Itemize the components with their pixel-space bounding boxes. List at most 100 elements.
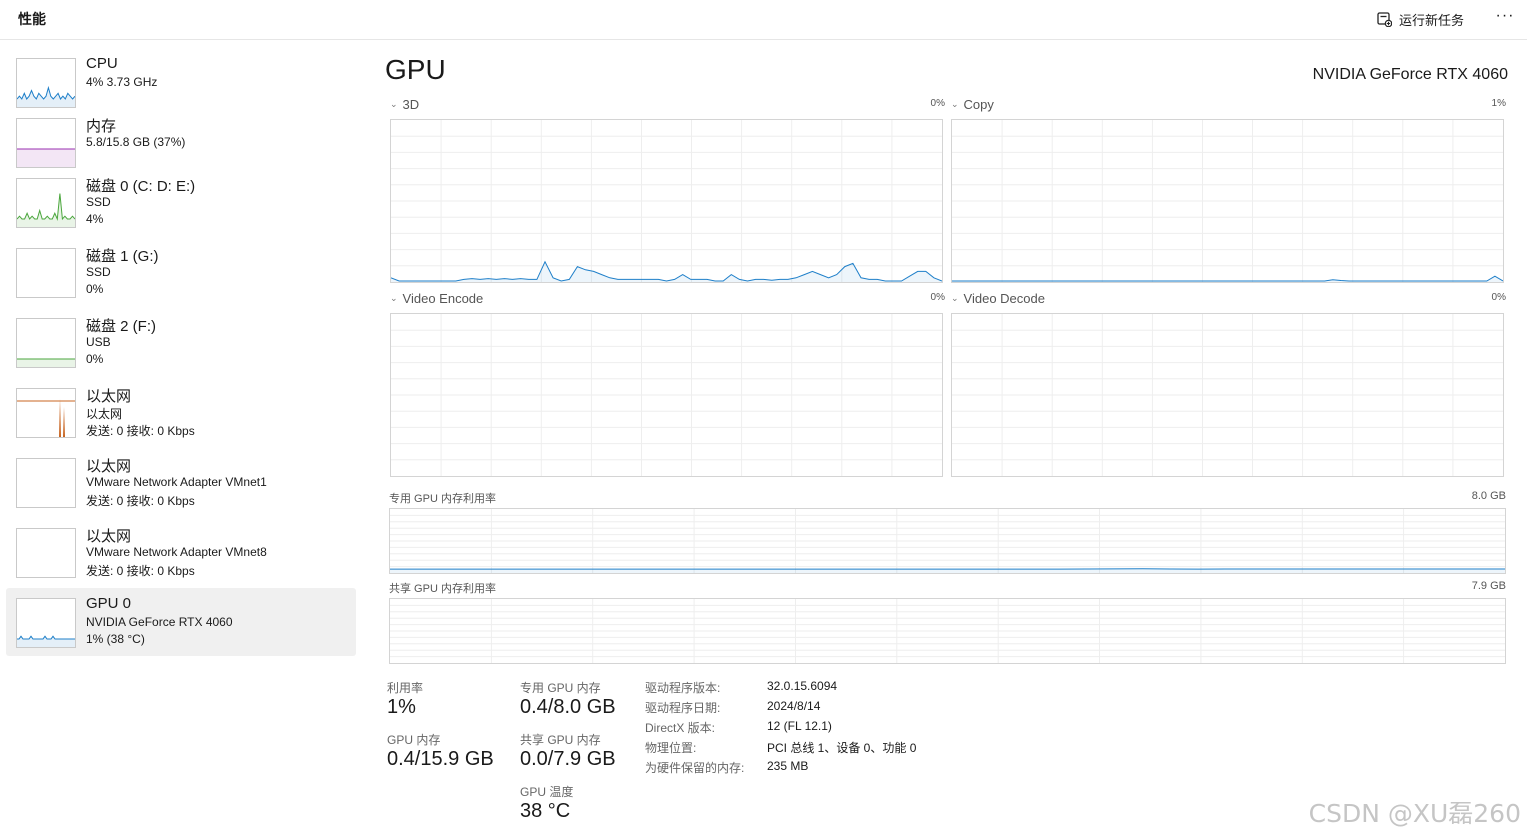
sidebar-item-name: CPU [86, 55, 118, 72]
sidebar-item-5[interactable]: 以太网 以太网 发送: 0 接收: 0 Kbps [6, 378, 356, 446]
engine-percent-video-decode: 0% [1491, 292, 1506, 303]
gpu-memory-label: GPU 内存 [387, 733, 441, 747]
dedicated-memory-graph-label: 专用 GPU 内存利用率 [389, 493, 496, 505]
sidebar-thumbnail-graph [16, 388, 76, 438]
engine-selector-video-encode[interactable]: ⌄ Video Encode [390, 291, 483, 306]
sidebar-item-name: 以太网 [86, 388, 132, 405]
dedicated-memory-value: 0.4/8.0 GB [520, 696, 616, 718]
dedicated-memory-graph-max: 8.0 GB [1471, 490, 1506, 502]
sidebar-item-8[interactable]: GPU 0 NVIDIA GeForce RTX 4060 1% (38 °C) [6, 588, 356, 656]
shared-memory-graph [389, 598, 1506, 664]
sidebar-thumbnail-graph [16, 58, 76, 108]
gpu-model-name: NVIDIA GeForce RTX 4060 [1312, 66, 1508, 83]
sidebar-item-detail: SSD [86, 195, 111, 209]
dedicated-memory-label: 专用 GPU 内存 [520, 681, 601, 695]
engine-graph-copy [951, 119, 1504, 283]
engine-graph-video-decode [951, 313, 1504, 477]
reserved-memory-key: 为硬件保留的内存: [645, 761, 745, 775]
run-new-task-label: 运行新任务 [1399, 12, 1465, 28]
watermark-logo: CSDN @XU磊260 [1308, 799, 1521, 828]
engine-label-3d: 3D [402, 97, 420, 112]
utilization-label: 利用率 [387, 681, 424, 695]
main-title: GPU [385, 54, 446, 85]
sidebar-item-name: 磁盘 0 (C: D: E:) [86, 178, 196, 195]
sidebar-item-status: 1% (38 °C) [86, 632, 145, 646]
sidebar-item-detail: 5.8/15.8 GB (37%) [86, 135, 186, 149]
sidebar-item-name: 磁盘 2 (F:) [86, 318, 156, 335]
sidebar-thumbnail-graph [16, 318, 76, 368]
sidebar-item-2[interactable]: 磁盘 0 (C: D: E:) SSD 4% [6, 168, 356, 236]
sidebar-item-name: GPU 0 [86, 595, 132, 612]
sidebar-item-detail: 以太网 [86, 407, 123, 421]
sidebar-item-status: 0% [86, 282, 104, 296]
sidebar-item-6[interactable]: 以太网 VMware Network Adapter VMnet1 发送: 0 接收… [6, 448, 356, 516]
header-bar: 性能 运行新任务 ··· [0, 0, 1527, 40]
sidebar-thumbnail-graph [16, 118, 76, 168]
shared-memory-graph-max: 7.9 GB [1471, 580, 1506, 592]
sidebar-item-1[interactable]: 内存 5.8/15.8 GB (37%) [6, 108, 356, 176]
sidebar-item-0[interactable]: CPU 4% 3.73 GHz [6, 48, 356, 116]
sidebar-item-status: 发送: 0 接收: 0 Kbps [86, 564, 195, 578]
engine-label-copy: Copy [963, 97, 994, 112]
chevron-down-icon: ⌄ [390, 293, 398, 303]
sidebar-thumbnail-graph [16, 458, 76, 508]
sidebar-item-3[interactable]: 磁盘 1 (G:) SSD 0% [6, 238, 356, 306]
sidebar-item-name: 以太网 [86, 528, 132, 545]
utilization-value: 1% [387, 696, 416, 718]
sidebar-item-7[interactable]: 以太网 VMware Network Adapter VMnet8 发送: 0 接收… [6, 518, 356, 586]
dedicated-memory-graph [389, 508, 1506, 574]
engine-selector-copy[interactable]: ⌄ Copy [951, 97, 994, 112]
physical-location-value: PCI 总线 1、设备 0、功能 0 [767, 741, 917, 755]
directx-version-key: DirectX 版本: [645, 721, 716, 735]
run-new-task-button[interactable]: 运行新任务 [1377, 8, 1464, 30]
engine-percent-video-encode: 0% [930, 292, 945, 303]
sidebar-item-name: 以太网 [86, 458, 132, 475]
driver-version-key: 驱动程序版本: [645, 681, 721, 695]
sidebar-item-status: 0% [86, 352, 104, 366]
sidebar-item-detail: USB [86, 335, 111, 349]
sidebar-item-detail: NVIDIA GeForce RTX 4060 [86, 615, 233, 629]
gpu-temperature-label: GPU 温度 [520, 785, 574, 799]
sidebar-item-4[interactable]: 磁盘 2 (F:) USB 0% [6, 308, 356, 376]
engine-usage-line [952, 275, 1503, 282]
directx-version-value: 12 (FL 12.1) [767, 719, 832, 733]
sidebar-item-detail: SSD [86, 265, 111, 279]
sidebar-item-detail: 4% 3.73 GHz [86, 75, 158, 89]
engine-graph-video-encode [390, 313, 943, 477]
sidebar-item-detail: VMware Network Adapter VMnet1 [86, 475, 267, 489]
gpu-temperature-value: 38 °C [520, 800, 571, 822]
chevron-down-icon: ⌄ [951, 293, 959, 303]
sidebar-item-status: 发送: 0 接收: 0 Kbps [86, 424, 195, 438]
more-options-button[interactable]: ··· [1494, 6, 1516, 28]
engine-selector-video-decode[interactable]: ⌄ Video Decode [951, 291, 1045, 306]
gpu-memory-value: 0.4/15.9 GB [387, 748, 494, 770]
sidebar-item-name: 磁盘 1 (G:) [86, 248, 159, 265]
chevron-down-icon: ⌄ [951, 99, 959, 109]
sidebar-thumbnail-graph [16, 248, 76, 298]
engine-label-video-decode: Video Decode [963, 291, 1045, 306]
reserved-memory-value: 235 MB [767, 759, 809, 773]
engine-percent-copy: 1% [1491, 98, 1506, 109]
chevron-down-icon: ⌄ [390, 99, 398, 109]
page-title: 性能 [18, 11, 46, 27]
shared-memory-graph-label: 共享 GPU 内存利用率 [389, 583, 496, 595]
engine-selector-3d[interactable]: ⌄ 3D [390, 97, 419, 112]
engine-graph-3d [390, 119, 943, 283]
sidebar-thumbnail-graph [16, 178, 76, 228]
engine-label-video-encode: Video Encode [402, 291, 484, 306]
sidebar: CPU 4% 3.73 GHz 内存 5.8/15.8 GB (37%) 磁盘 0 (C… [0, 41, 362, 838]
driver-date-key: 驱动程序日期: [645, 701, 721, 715]
physical-location-key: 物理位置: [645, 741, 697, 755]
new-task-icon [1377, 11, 1392, 27]
sidebar-thumbnail-graph [16, 528, 76, 578]
sidebar-item-status: 发送: 0 接收: 0 Kbps [86, 494, 195, 508]
shared-memory-value: 0.0/7.9 GB [520, 748, 616, 770]
shared-memory-label: 共享 GPU 内存 [520, 733, 601, 747]
sidebar-thumbnail-graph [16, 598, 76, 648]
sidebar-item-detail: VMware Network Adapter VMnet8 [86, 545, 267, 559]
driver-version-value: 32.0.15.6094 [767, 679, 838, 693]
sidebar-item-status: 4% [86, 212, 104, 226]
driver-date-value: 2024/8/14 [767, 699, 821, 713]
engine-percent-3d: 0% [930, 98, 945, 109]
sidebar-item-name: 内存 [86, 118, 117, 135]
